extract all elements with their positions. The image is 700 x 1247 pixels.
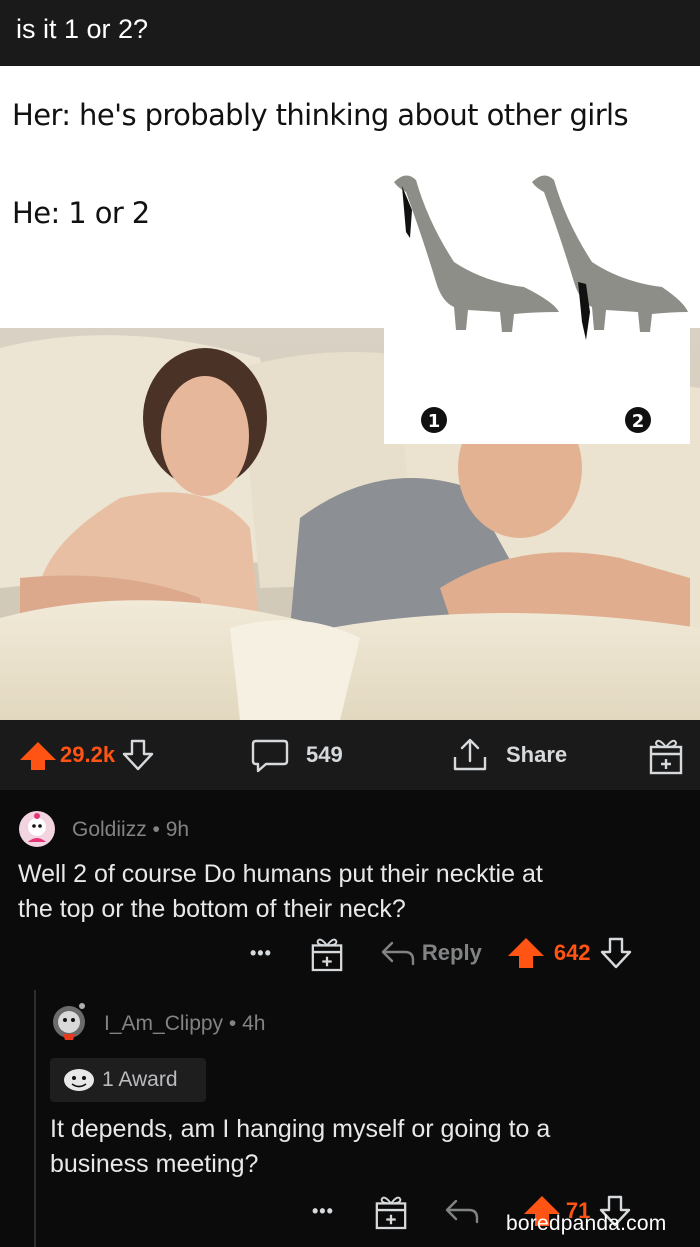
reply-arrow-icon[interactable]	[444, 1196, 480, 1226]
comment-body-line: Well 2 of course Do humans put their nec…	[18, 860, 543, 888]
comment-count: 549	[306, 742, 343, 767]
comment-body-line: It depends, am I hanging myself or going…	[50, 1115, 551, 1143]
username[interactable]: I_Am_Clippy	[104, 1012, 223, 1035]
comment-meta: Goldiizz • 9h	[72, 818, 189, 842]
comment-age: 9h	[165, 818, 190, 841]
avatar[interactable]	[50, 1000, 88, 1040]
more-options-icon[interactable]: •••	[312, 1201, 334, 1222]
reply-arrow-icon	[381, 941, 415, 966]
post-image[interactable]: Her: he's probably thinking about other …	[0, 66, 700, 720]
post-title: is it 1 or 2?	[16, 14, 149, 44]
label-2: 2	[632, 411, 645, 432]
separator-dot: •	[228, 1012, 243, 1035]
dinosaur-comparison-panel: 1 2	[384, 162, 690, 444]
upvote-count: 29.2k	[60, 742, 116, 767]
reply-button[interactable]: Reply	[380, 938, 482, 968]
downvote-icon[interactable]	[599, 936, 633, 970]
comment-body: It depends, am I hanging myself or going…	[50, 1112, 550, 1182]
upvote-icon[interactable]	[18, 740, 58, 770]
award-icon	[64, 1069, 94, 1091]
comment-actions: ••• Reply 642	[250, 930, 633, 976]
meme-caption-her: Her: he's probably thinking about other …	[12, 98, 629, 132]
share-label: Share	[506, 742, 568, 767]
vote-group: 29.2k	[18, 720, 155, 790]
comment-bubble-icon	[251, 739, 289, 773]
thread-line[interactable]	[34, 990, 36, 1247]
downvote-icon[interactable]	[121, 738, 155, 772]
award-button[interactable]	[648, 720, 684, 790]
award-badge[interactable]: 1 Award	[50, 1058, 206, 1102]
boredpanda-watermark: boredpanda.com	[506, 1212, 667, 1235]
comment-age: 4h	[242, 1012, 266, 1035]
separator-dot: •	[152, 818, 166, 841]
username[interactable]: Goldiizz	[72, 818, 147, 841]
comments-button[interactable]: 549	[250, 720, 343, 790]
share-button[interactable]: Share	[450, 720, 567, 790]
avatar[interactable]	[18, 810, 56, 848]
post-action-bar: 29.2k 549 Share	[0, 720, 700, 790]
upvote-icon[interactable]	[506, 936, 546, 970]
comment-body-line: the top or the bottom of their neck?	[18, 895, 406, 923]
reply-label: Reply	[421, 940, 482, 965]
comment-meta: I_Am_Clippy • 4h	[104, 1012, 265, 1036]
gift-icon[interactable]	[310, 934, 344, 972]
comment-goldiizz: Goldiizz • 9h Well 2 of course Do humans…	[0, 790, 700, 990]
share-icon	[453, 738, 487, 771]
post-title-bar: is it 1 or 2?	[0, 0, 700, 66]
meme-caption-he: He: 1 or 2	[12, 196, 150, 230]
comment-body-line: business meeting?	[50, 1150, 259, 1178]
comment-score: 642	[553, 940, 591, 965]
comment-body: Well 2 of course Do humans put their nec…	[18, 857, 543, 927]
more-options-icon[interactable]: •••	[250, 943, 272, 964]
label-1: 1	[428, 411, 441, 432]
award-count: 1 Award	[102, 1068, 178, 1091]
gift-icon	[649, 739, 683, 775]
gift-icon[interactable]	[374, 1192, 408, 1230]
